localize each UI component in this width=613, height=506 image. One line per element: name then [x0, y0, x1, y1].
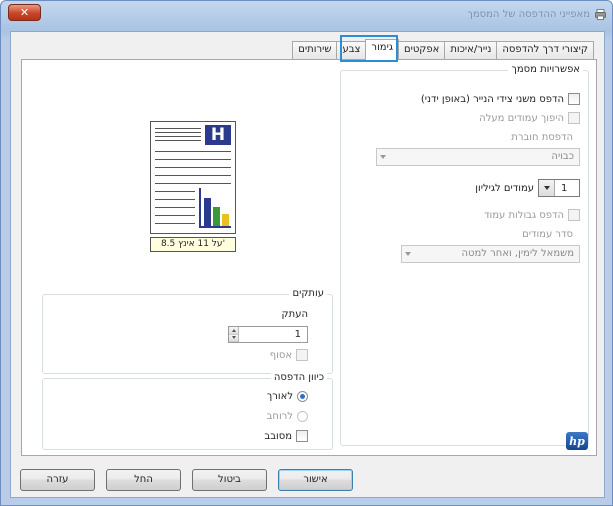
portrait-label: לאורך [266, 391, 293, 402]
title-bar[interactable]: ✕ מאפייני ההדפסה של המסמך [1, 1, 612, 31]
booklet-layout-value: כבויה [551, 151, 574, 162]
booklet-layout-select[interactable]: כבויה [376, 148, 580, 166]
collate-checkbox[interactable] [296, 349, 308, 361]
landscape-radio[interactable] [297, 411, 308, 422]
collate-option[interactable]: אסוף [270, 349, 308, 361]
print-both-sides-checkbox[interactable] [568, 93, 580, 105]
portrait-radio[interactable] [297, 391, 308, 402]
print-page-borders-option[interactable]: הדפס גבולות עמוד [484, 209, 580, 221]
tab-finishing[interactable]: גימור [365, 39, 399, 60]
pages-per-sheet-label: עמודים לגיליון [475, 182, 534, 194]
tab-strip: קיצורי דרך להדפסה נייר/איכות אפקטים גימו… [292, 39, 594, 60]
tab-paper-quality[interactable]: נייר/איכות [444, 41, 498, 59]
cancel-button[interactable]: ביטול [192, 469, 267, 491]
preview-bar [213, 207, 220, 226]
tab-printing-shortcuts[interactable]: קיצורי דרך להדפסה [496, 41, 594, 59]
portrait-option[interactable]: לאורך [267, 391, 308, 402]
chevron-down-icon [539, 180, 555, 196]
chevron-down-icon [405, 252, 411, 256]
page-preview: H [150, 121, 236, 234]
print-both-sides-label: הדפס משני צידי הנייר (באופן ידני) [420, 93, 564, 105]
page-order-select[interactable]: משמאל לימין, ואחר למטה [401, 245, 580, 263]
finishing-panel: אפשרויות מסמך הדפס משני צידי הנייר (באופ… [21, 59, 597, 456]
copies-stepper[interactable]: 1 [228, 326, 308, 343]
copies-value: 1 [294, 329, 301, 340]
page-order-label: סדר עמודים [522, 229, 573, 240]
stepper-up-icon[interactable] [229, 327, 238, 335]
copies-label: העתק [281, 309, 308, 320]
preview-h-logo: H [205, 125, 231, 145]
flip-pages-up-label: היפוך עמודים מעלה [479, 112, 564, 124]
help-button[interactable]: עזרה [20, 469, 95, 491]
pages-per-sheet-select[interactable]: 1 [538, 179, 580, 197]
document-options-group: אפשרויות מסמך הדפס משני צידי הנייר (באופ… [340, 64, 589, 446]
stepper-down-icon[interactable] [229, 334, 238, 342]
rotate-label: מסובב [264, 430, 292, 442]
print-page-borders-checkbox[interactable] [568, 209, 580, 221]
apply-button[interactable]: החל [106, 469, 181, 491]
flip-pages-up-option[interactable]: היפוך עמודים מעלה [479, 112, 580, 124]
tab-effects[interactable]: אפקטים [397, 41, 446, 59]
ok-button[interactable]: אישור [278, 469, 353, 491]
print-properties-window: ✕ מאפייני ההדפסה של המסמך קיצורי דרך להד… [0, 0, 613, 506]
orientation-legend: כיוון הדפסה [270, 372, 327, 383]
landscape-option[interactable]: לרוחב [267, 411, 308, 422]
chevron-down-icon [380, 155, 386, 159]
printer-icon [595, 9, 606, 20]
booklet-layout-label: הדפסת חוברת [511, 132, 573, 143]
dialog-body: קיצורי דרך להדפסה נייר/איכות אפקטים גימו… [10, 31, 605, 498]
page-order-value: משמאל לימין, ואחר למטה [461, 248, 574, 259]
orientation-group: כיוון הדפסה לאורך לרוחב מסובב [42, 372, 333, 450]
print-page-borders-label: הדפס גבולות עמוד [484, 209, 564, 221]
copies-legend: עותקים [289, 288, 327, 299]
pages-per-sheet-value: 1 [561, 182, 568, 194]
close-icon: ✕ [19, 6, 30, 19]
close-button[interactable]: ✕ [8, 4, 41, 21]
rotate-checkbox[interactable] [296, 430, 308, 442]
tab-color[interactable]: צבע [336, 41, 367, 59]
print-both-sides-option[interactable]: הדפס משני צידי הנייר (באופן ידני) [421, 93, 580, 105]
landscape-label: לרוחב [266, 411, 293, 422]
document-options-legend: אפשרויות מסמך [508, 64, 583, 75]
copies-group: עותקים העתק 1 אסוף [42, 288, 333, 374]
paper-size-label: 8.5 על 11 אינץ' [150, 237, 236, 252]
preview-bar [222, 214, 229, 226]
preview-bar [204, 198, 211, 226]
tab-services[interactable]: שירותים [292, 41, 338, 59]
pages-per-sheet-row: 1 עמודים לגיליון [475, 179, 580, 197]
rotate-option[interactable]: מסובב [264, 430, 308, 442]
preview-chart [199, 188, 231, 228]
flip-pages-up-checkbox[interactable] [568, 112, 580, 124]
hp-logo: hp [566, 432, 588, 450]
collate-label: אסוף [269, 349, 292, 361]
window-title: מאפייני ההדפסה של המסמך [467, 9, 590, 20]
